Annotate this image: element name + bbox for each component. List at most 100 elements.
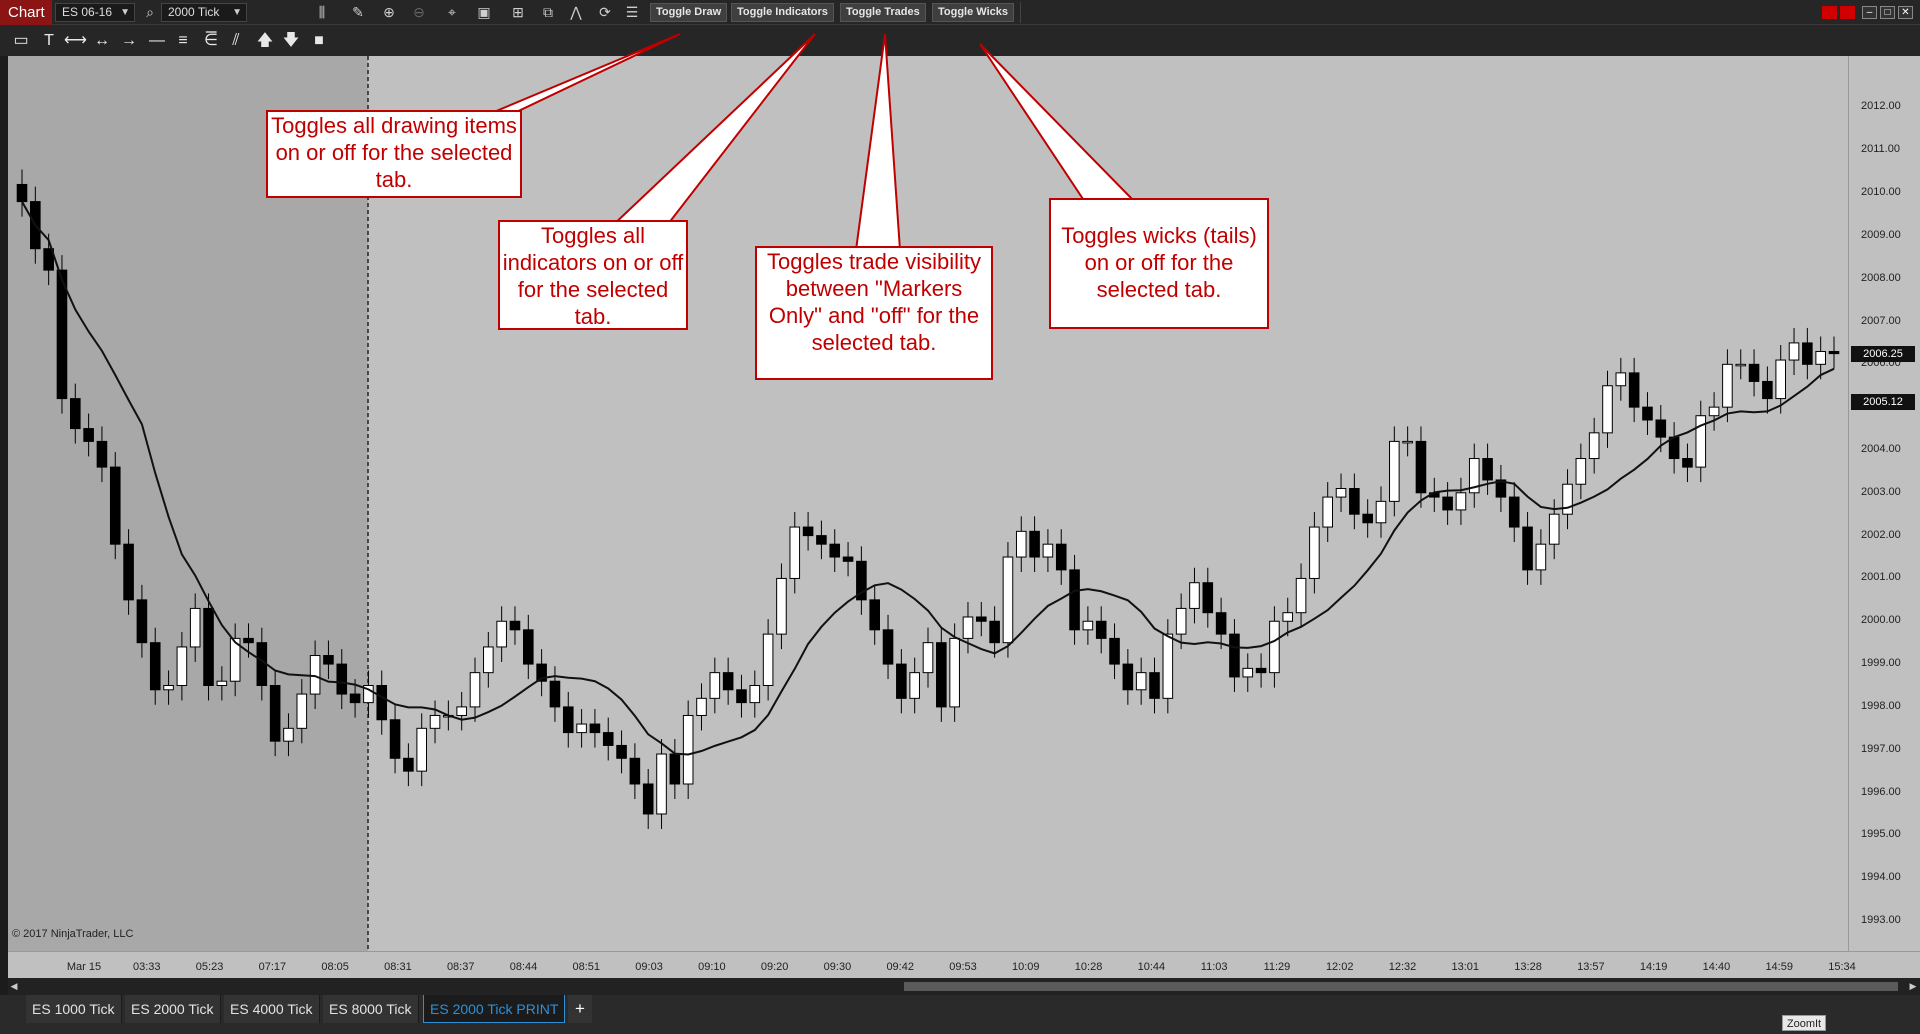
up-candle	[1082, 620, 1094, 631]
period-value: 2000 Tick	[168, 5, 220, 19]
maximize-icon[interactable]: □	[1880, 6, 1895, 19]
search-icon[interactable]: ⌕	[140, 3, 160, 22]
scroll-left-icon[interactable]: ◀	[8, 978, 20, 995]
down-candle	[589, 723, 601, 734]
link-color-icon[interactable]	[1822, 6, 1837, 19]
up-candle	[1615, 372, 1627, 387]
up-candle	[283, 727, 294, 742]
period-selector[interactable]: 2000 Tick ▼	[161, 3, 247, 22]
bars-type-icon[interactable]: ⫼	[312, 3, 332, 22]
reload-icon[interactable]: ⟳	[595, 3, 615, 22]
pencil-icon[interactable]: ✎	[348, 3, 368, 22]
down-candle	[975, 616, 987, 622]
price-axis[interactable]: 2012.00 2011.00 2010.00 2009.00 2008.00 2007.…	[1848, 56, 1920, 951]
down-candle	[376, 684, 388, 721]
time-tick-label: 08:51	[572, 961, 601, 973]
fibonacci-icon[interactable]: ≡	[172, 31, 194, 51]
ray-tool-icon[interactable]: ↔	[91, 31, 113, 51]
toggle-wicks-button[interactable]: Toggle Wicks	[932, 3, 1014, 22]
down-candle	[1255, 667, 1267, 674]
arrow-down-icon[interactable]: 🡇	[280, 31, 302, 51]
price-tick-label: 2012.00	[1861, 100, 1901, 113]
time-tick-label: 09:20	[760, 961, 789, 973]
properties-list-icon[interactable]: ☰	[622, 3, 642, 22]
tab-es-4000-tick[interactable]: ES 4000 Tick	[224, 995, 320, 1023]
price-tick-label: 2011.00	[1861, 143, 1900, 156]
time-tick-label: Mar 15	[66, 961, 102, 973]
add-tab-icon[interactable]: +	[568, 995, 592, 1023]
up-candle	[416, 727, 428, 772]
instrument-selector[interactable]: ES 06-16 ▼	[55, 3, 135, 22]
horizontal-line-icon[interactable]: —	[146, 31, 168, 51]
trend-channel-icon[interactable]: ⋶	[200, 31, 222, 51]
indicators-icon[interactable]: ⊞	[508, 3, 528, 22]
zoom-in-icon[interactable]: ⊕	[379, 3, 399, 22]
chart-window-label[interactable]: Chart	[0, 0, 52, 25]
crosshair-icon[interactable]: ⌖	[442, 3, 462, 22]
down-candle	[269, 684, 281, 742]
up-candle	[1002, 556, 1014, 644]
rectangle-tool-icon[interactable]: ■	[308, 31, 330, 51]
down-candle	[1095, 620, 1107, 639]
up-candle	[1389, 440, 1400, 502]
price-tick-label: 1996.00	[1861, 785, 1901, 798]
down-candle	[549, 680, 561, 708]
down-candle	[1682, 458, 1693, 468]
time-tick-label: 07:17	[258, 961, 287, 973]
up-candle	[762, 633, 774, 686]
down-candle	[203, 607, 214, 686]
chart-scrollbar[interactable]: ◀ ▶	[8, 978, 1920, 995]
pen-tool-icon[interactable]: ⫽	[225, 31, 247, 51]
time-tick-label: 11:29	[1263, 961, 1291, 973]
up-candle	[909, 672, 920, 699]
chevron-down-icon: ▼	[120, 7, 130, 18]
scroll-right-icon[interactable]: ▶	[1906, 978, 1920, 995]
time-tick-label: 08:37	[446, 961, 475, 973]
tab-es-8000-tick[interactable]: ES 8000 Tick	[323, 995, 419, 1023]
time-axis[interactable]: Mar 15 03:33 05:23 07:17 08:05 08:31 08:37 08:4…	[8, 951, 1920, 978]
tab-es-1000-tick[interactable]: ES 1000 Tick	[26, 995, 122, 1023]
link-instrument-icon[interactable]	[1840, 6, 1855, 19]
data-box-icon[interactable]: ▣	[474, 3, 494, 22]
minimize-icon[interactable]: –	[1862, 6, 1877, 19]
up-candle	[1535, 543, 1547, 571]
price-tick-label: 2007.00	[1861, 314, 1901, 327]
zoom-out-icon[interactable]: ⊖	[409, 3, 429, 22]
arrow-line-icon[interactable]: →	[118, 31, 140, 51]
up-candle	[1162, 633, 1174, 699]
arrow-up-icon[interactable]: 🡅	[254, 31, 276, 51]
up-candle	[709, 672, 721, 699]
ruler-icon[interactable]: ▭	[10, 31, 32, 51]
down-candle	[336, 663, 348, 695]
down-candle	[936, 642, 947, 708]
price-tick-label: 2001.00	[1861, 571, 1901, 584]
up-candle	[776, 577, 787, 635]
tab-es-2000-tick[interactable]: ES 2000 Tick	[125, 995, 221, 1023]
up-candle	[1402, 440, 1413, 444]
down-candle	[602, 732, 614, 746]
tab-es-2000-tick-print[interactable]: ES 2000 Tick PRINT	[423, 995, 566, 1023]
up-candle	[1295, 577, 1307, 614]
close-icon[interactable]: ✕	[1898, 6, 1913, 19]
down-candle	[1069, 569, 1080, 631]
down-candle	[736, 689, 747, 704]
down-candle	[1442, 496, 1453, 511]
up-candle	[309, 655, 321, 695]
down-candle	[816, 535, 827, 545]
down-candle	[1508, 496, 1520, 528]
toggle-indicators-button[interactable]: Toggle Indicators	[731, 3, 834, 22]
scroll-thumb[interactable]	[904, 982, 1898, 991]
toggle-trades-button[interactable]: Toggle Trades	[840, 3, 926, 22]
strategies-icon[interactable]: ⧉	[538, 3, 558, 22]
line-tool-icon[interactable]: ⟷	[64, 31, 87, 51]
toggle-draw-button[interactable]: Toggle Draw	[650, 3, 728, 22]
text-tool-icon[interactable]: T	[38, 31, 60, 51]
down-candle	[1215, 612, 1227, 635]
chart-trader-icon[interactable]: ⋀	[566, 3, 586, 22]
price-tick-label: 2009.00	[1861, 228, 1901, 241]
down-candle	[829, 543, 841, 558]
copyright-text: © 2017 NinjaTrader, LLC	[12, 928, 134, 940]
down-candle	[669, 753, 681, 785]
price-tick-label: 2004.00	[1861, 442, 1901, 455]
down-candle	[403, 757, 414, 772]
